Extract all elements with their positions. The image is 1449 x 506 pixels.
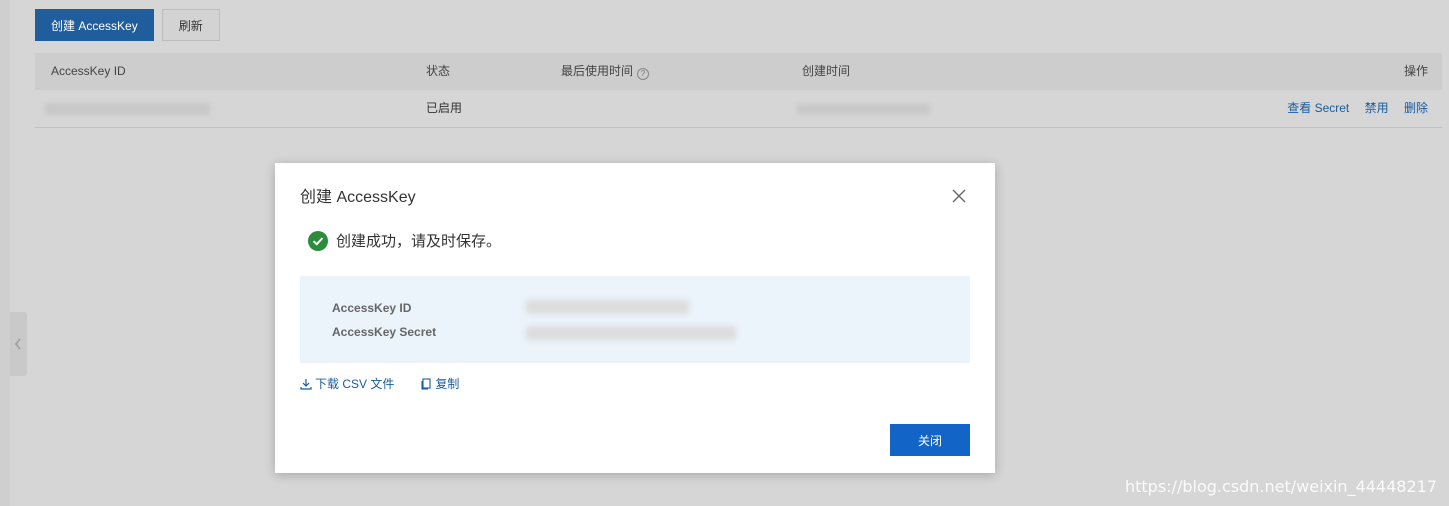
- header-last-used: 最后使用时间?: [561, 53, 650, 90]
- copy-label: 复制: [435, 377, 460, 391]
- question-icon[interactable]: ?: [637, 68, 650, 80]
- check-circle-icon: [308, 230, 328, 251]
- delete-link[interactable]: 删除: [1404, 101, 1428, 115]
- dialog-title: 创建 AccessKey: [300, 189, 416, 206]
- refresh-button[interactable]: 刷新: [161, 9, 220, 41]
- header-created: 创建时间: [802, 64, 851, 78]
- accesskey-id-label: AccessKey ID: [332, 301, 412, 315]
- key-info-box: AccessKey ID AccessKey Secret: [300, 276, 970, 363]
- create-accesskey-dialog: 创建 AccessKey 创建成功，请及时保存。 AccessKey ID Ac…: [275, 163, 995, 473]
- accesskey-id-value-redacted: [526, 300, 689, 314]
- header-last-used-label: 最后使用时间: [561, 64, 634, 78]
- accesskey-id-redacted: [45, 103, 210, 115]
- disable-link[interactable]: 禁用: [1365, 101, 1389, 115]
- success-message: 创建成功，请及时保存。: [308, 230, 501, 251]
- watermark-text: https://blog.csdn.net/weixin_44448217: [1124, 477, 1437, 496]
- create-accesskey-button[interactable]: 创建 AccessKey: [35, 9, 154, 41]
- copy-icon: [421, 377, 431, 390]
- header-ops: 操作: [1403, 64, 1428, 78]
- download-csv-link[interactable]: 下载 CSV 文件: [300, 375, 394, 392]
- created-time-redacted: [797, 104, 930, 114]
- sidebar-collapse-handle[interactable]: [10, 312, 27, 376]
- accesskey-secret-value-redacted: [526, 326, 736, 340]
- view-secret-link[interactable]: 查看 Secret: [1287, 101, 1349, 115]
- table-header: AccessKey ID 状态 最后使用时间? 创建时间 操作: [35, 53, 1442, 90]
- dialog-actions: 下载 CSV 文件 复制: [300, 375, 459, 392]
- row-ops: 查看 Secret 禁用 删除: [1275, 90, 1428, 127]
- header-status: 状态: [426, 64, 451, 78]
- console-page: 创建 AccessKey 刷新 AccessKey ID 状态 最后使用时间? …: [0, 0, 1449, 506]
- header-accesskey-id: AccessKey ID: [51, 64, 126, 78]
- table-row: 已启用 查看 Secret 禁用 删除: [35, 90, 1442, 128]
- close-icon[interactable]: [951, 188, 967, 204]
- row-status: 已启用: [426, 101, 463, 115]
- download-icon: [300, 378, 312, 390]
- accesskey-secret-label: AccessKey Secret: [332, 325, 437, 339]
- copy-link[interactable]: 复制: [420, 375, 459, 392]
- accesskey-table: AccessKey ID 状态 最后使用时间? 创建时间 操作 已启用 查看 S…: [35, 53, 1442, 128]
- success-text: 创建成功，请及时保存。: [336, 233, 502, 250]
- left-rail: [0, 0, 10, 506]
- close-button[interactable]: 关闭: [890, 424, 970, 456]
- chevron-left-icon: [15, 338, 21, 350]
- download-csv-label: 下载 CSV 文件: [315, 377, 395, 391]
- toolbar: 创建 AccessKey 刷新: [35, 9, 220, 41]
